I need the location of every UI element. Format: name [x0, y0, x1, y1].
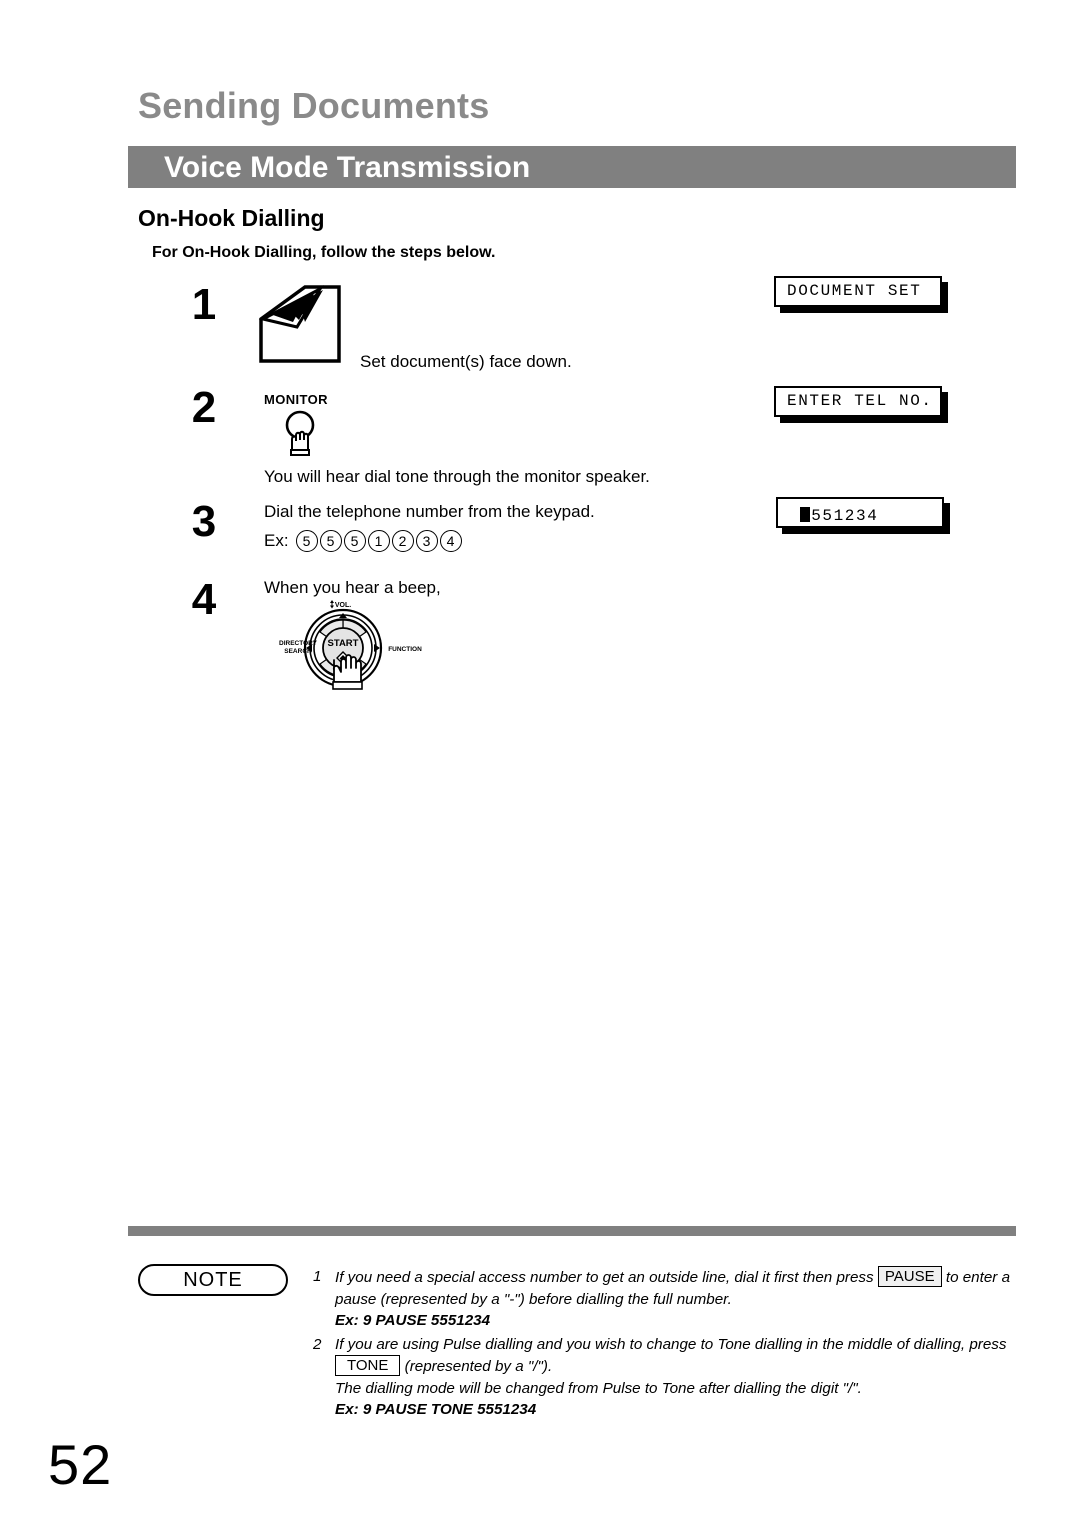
dial-top-label: VOL.	[335, 602, 351, 609]
step-number-4: 4	[191, 575, 217, 624]
step-number-2: 2	[191, 383, 217, 432]
dial-example-row: Ex: 5 5 5 1 2 3 4	[264, 530, 464, 552]
lcd-text: 5551234	[800, 507, 879, 525]
dial-left-label-line2: SEARCH	[284, 648, 312, 655]
tone-keycap: TONE	[335, 1355, 401, 1376]
dial-center-label: START	[328, 638, 359, 649]
lcd-cursor-block	[800, 507, 810, 522]
page-number: 52	[48, 1433, 113, 1496]
chapter-title: Sending Documents	[138, 85, 490, 126]
note-text-part1: If you need a special access number to g…	[335, 1269, 874, 1286]
subsection-title: On-Hook Dialling	[138, 205, 325, 231]
step-text-2: You will hear dial tone through the moni…	[264, 467, 650, 486]
step-number-1: 1	[191, 280, 217, 329]
lcd-text: ENTER TEL NO.	[787, 392, 933, 410]
note-example-2: Ex: 9 PAUSE TONE 5551234	[335, 1401, 537, 1418]
note-body: 1 If you need a special access number to…	[313, 1266, 1019, 1422]
pause-keycap: PAUSE	[877, 1266, 942, 1287]
step-text-1: Set document(s) face down.	[360, 352, 572, 371]
section-title-bar: Voice Mode Transmission	[128, 146, 1016, 188]
note-badge: NOTE	[138, 1264, 288, 1296]
circled-digit: 2	[391, 530, 414, 552]
monitor-button-icon	[285, 410, 315, 456]
circled-digit: 5	[319, 530, 342, 552]
dial-right-label: FUNCTION	[388, 646, 422, 653]
example-label: Ex:	[264, 531, 289, 550]
horizontal-divider	[128, 1226, 1016, 1236]
circled-digit: 3	[415, 530, 438, 552]
lcd-display-document-set: DOCUMENT SET	[774, 276, 942, 307]
note-text-part2: (represented by a "/").	[404, 1358, 553, 1375]
circled-digit: 4	[439, 530, 462, 552]
lcd-display-phone-number: 5551234	[776, 497, 944, 528]
note-marker: 2	[313, 1335, 322, 1353]
section-title: Voice Mode Transmission	[164, 151, 531, 184]
step-text-4: When you hear a beep,	[264, 578, 441, 597]
note-item-1: 1 If you need a special access number to…	[313, 1266, 1019, 1332]
step-number-3: 3	[191, 497, 217, 546]
monitor-button-label: MONITOR	[264, 392, 328, 407]
lcd-text: DOCUMENT SET	[787, 282, 922, 300]
circled-digit: 5	[295, 530, 318, 552]
note-text-part3: The dialling mode will be changed from P…	[335, 1379, 862, 1397]
lcd-display-enter-tel-no: ENTER TEL NO.	[774, 386, 942, 417]
circled-digit: 1	[367, 530, 390, 552]
dial-left-label-line1: DIRECTORY	[279, 640, 318, 647]
note-text-part1: If you are using Pulse dialling and you …	[335, 1335, 1007, 1353]
step-text-3: Dial the telephone number from the keypa…	[264, 502, 595, 521]
note-example-1: Ex: 9 PAUSE 5551234	[335, 1312, 491, 1329]
intro-text: For On-Hook Dialling, follow the steps b…	[152, 244, 496, 261]
circled-digit: 5	[343, 530, 366, 552]
note-marker: 1	[313, 1268, 322, 1285]
note-item-2: 2 If you are using Pulse dialling and yo…	[313, 1334, 1019, 1421]
document-stack-icon	[258, 285, 341, 363]
navigation-dial-icon: START VOL. DIRECTORY SEARCH FUNCTION	[279, 600, 422, 690]
